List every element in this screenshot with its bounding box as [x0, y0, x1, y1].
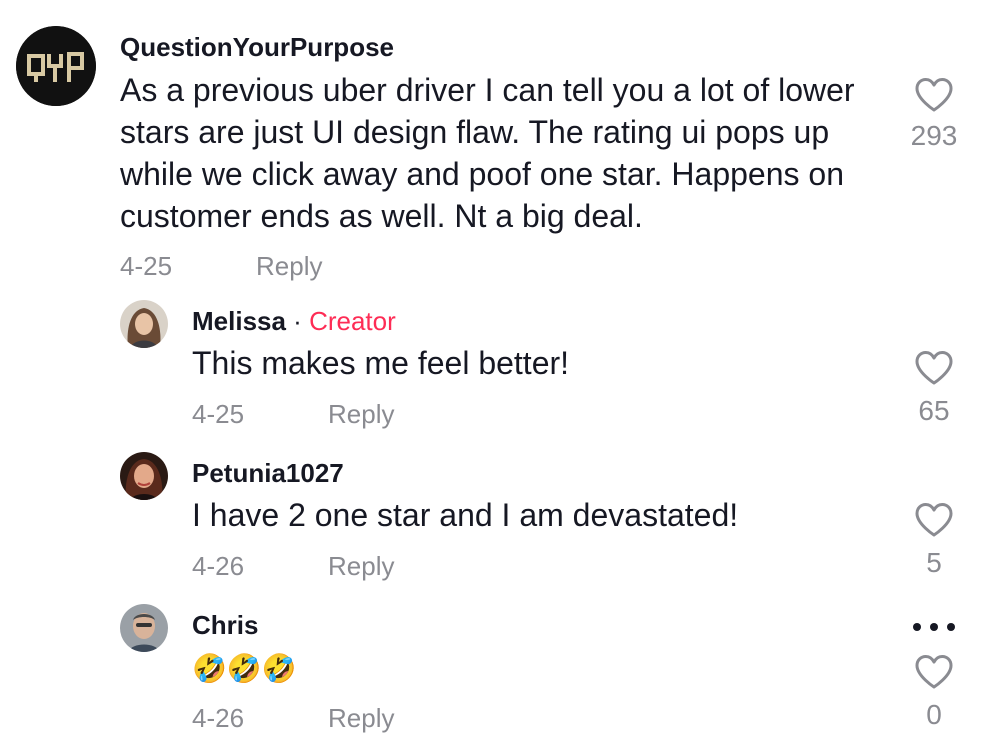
avatar[interactable]: [120, 604, 168, 652]
heart-outline-icon[interactable]: [914, 77, 954, 113]
comment-date: 4-25: [120, 251, 173, 281]
like-count: 293: [910, 120, 958, 151]
heart-outline-icon[interactable]: [914, 350, 954, 386]
comment-questionyourpurpose: QuestionYourPurpose As a previous uber d…: [0, 0, 1002, 290]
creator-badge: Creator: [309, 306, 396, 336]
separator-dot: ·: [285, 306, 310, 336]
reply-date: 4-25: [192, 399, 245, 429]
like-count: 0: [926, 699, 942, 730]
reply-date: 4-26: [192, 551, 245, 581]
reply-date: 4-26: [192, 703, 245, 733]
reply-button[interactable]: Reply: [256, 251, 322, 282]
comment-text: As a previous uber driver I can tell you…: [120, 72, 855, 234]
avatar[interactable]: [120, 452, 168, 500]
reply-text: I have 2 one star and I am devastated!: [192, 497, 739, 533]
reply-petunia1027: Petunia1027 I have 2 one star and I am d…: [0, 440, 1002, 590]
heart-outline-icon[interactable]: [914, 502, 954, 538]
chris-avatar-icon: [120, 604, 168, 652]
reply-username[interactable]: Melissa · Creator: [192, 306, 396, 337]
reply-button[interactable]: Reply: [328, 703, 394, 734]
heart-outline-icon[interactable]: [914, 654, 954, 690]
reply-username[interactable]: Petunia1027: [192, 458, 344, 489]
avatar[interactable]: [120, 300, 168, 348]
reply-text: 🤣🤣🤣: [192, 653, 297, 684]
reply-melissa: Melissa · Creator This makes me feel bet…: [0, 290, 1002, 440]
reply-chris: Chris 🤣🤣🤣 4-26 Reply 0: [0, 590, 1002, 756]
petunia-avatar-icon: [120, 452, 168, 500]
reply-button[interactable]: Reply: [328, 399, 394, 430]
like-count: 5: [926, 547, 942, 578]
reply-button[interactable]: Reply: [328, 551, 394, 582]
reply-text: This makes me feel better!: [192, 345, 570, 381]
username-text[interactable]: Melissa: [192, 306, 286, 336]
melissa-avatar-icon: [120, 300, 168, 348]
like-count: 65: [918, 395, 950, 426]
qyp-logo-icon: [16, 26, 96, 106]
avatar[interactable]: [16, 26, 96, 106]
more-options-icon[interactable]: [912, 622, 956, 632]
reply-username[interactable]: Chris: [192, 610, 258, 641]
comment-username[interactable]: QuestionYourPurpose: [120, 32, 394, 63]
